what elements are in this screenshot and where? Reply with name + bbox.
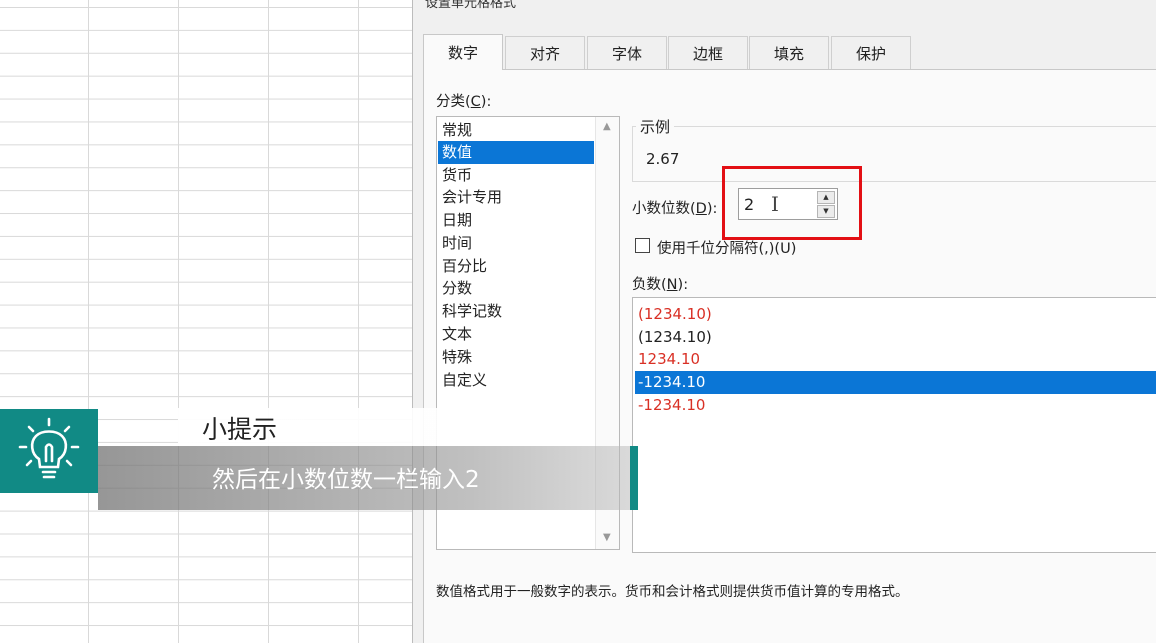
dialog-title: 设置单元格格式 (425, 0, 517, 11)
category-item[interactable]: 特殊 (438, 346, 594, 369)
thousands-separator-checkbox[interactable] (635, 238, 650, 253)
category-item[interactable]: 会计专用 (438, 186, 594, 209)
thousands-separator-label: 使用千位分隔符(,)(U) (657, 241, 797, 257)
category-item[interactable]: 日期 (438, 209, 594, 232)
negative-format-item[interactable]: 1234.10 (635, 348, 1156, 371)
tab-protection[interactable]: 保护 (831, 36, 911, 69)
tip-text: 然后在小数位数一栏输入2 (212, 467, 480, 493)
category-item[interactable]: 科学记数 (438, 300, 594, 323)
category-item[interactable]: 货币 (438, 164, 594, 187)
category-item[interactable]: 百分比 (438, 255, 594, 278)
tip-icon-box (0, 409, 98, 493)
spreadsheet-grid[interactable] (0, 0, 412, 643)
tab-font[interactable]: 字体 (587, 36, 667, 69)
lightbulb-icon (18, 417, 80, 479)
highlight-box (722, 166, 862, 240)
category-item[interactable]: 常规 (438, 119, 594, 142)
category-item-selected[interactable]: 数值 (438, 141, 594, 164)
decimal-places-label: 小数位数(D): (632, 201, 718, 217)
negative-format-item[interactable]: (1234.10) (635, 303, 1156, 326)
negative-numbers-label: 负数(N): (632, 277, 689, 293)
tab-alignment[interactable]: 对齐 (505, 36, 585, 69)
negative-numbers-list[interactable]: (1234.10) (1234.10) 1234.10 -1234.10 -12… (632, 297, 1156, 553)
scroll-down-icon[interactable]: ▼ (603, 532, 611, 543)
tab-border[interactable]: 边框 (668, 36, 748, 69)
category-item[interactable]: 自定义 (438, 369, 594, 392)
category-item[interactable]: 文本 (438, 323, 594, 346)
negative-format-item[interactable]: (1234.10) (635, 326, 1156, 349)
format-description: 数值格式用于一般数字的表示。货币和会计格式则提供货币值计算的专用格式。 (436, 584, 909, 600)
category-item[interactable]: 时间 (438, 232, 594, 255)
negative-format-item[interactable]: -1234.10 (635, 394, 1156, 417)
tab-strip: 数字 对齐 字体 边框 填充 保护 (423, 34, 1156, 70)
category-label: 分类(C): (436, 94, 492, 110)
tip-accent-bar (630, 446, 638, 510)
sample-value: 2.67 (646, 150, 680, 168)
scroll-up-icon[interactable]: ▲ (603, 121, 611, 132)
negative-format-item-selected[interactable]: -1234.10 (635, 371, 1156, 394)
category-item[interactable]: 分数 (438, 277, 594, 300)
tip-title: 小提示 (202, 415, 278, 444)
sample-legend: 示例 (636, 116, 675, 137)
tab-fill[interactable]: 填充 (749, 36, 829, 69)
sample-group (632, 126, 1156, 182)
tab-number[interactable]: 数字 (423, 34, 503, 70)
